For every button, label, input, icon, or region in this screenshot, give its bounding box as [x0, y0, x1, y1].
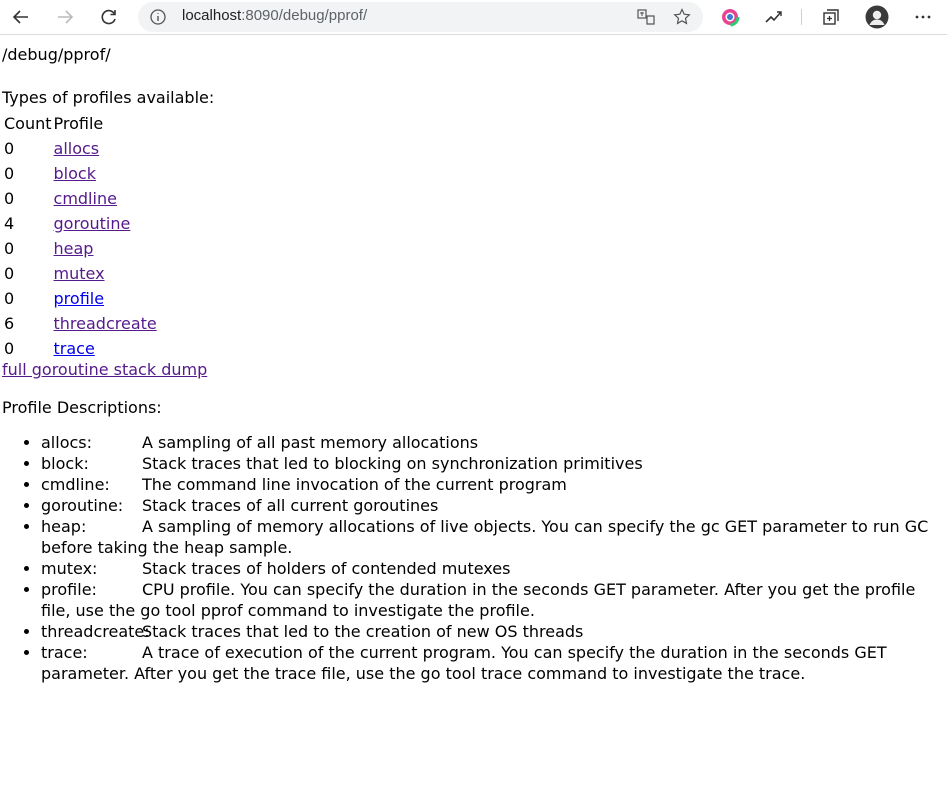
profile-name: goroutine: — [41, 496, 124, 515]
info-icon[interactable] — [146, 5, 170, 29]
forward-arrow-icon[interactable] — [53, 5, 77, 29]
profile-link-cmdline[interactable]: cmdline — [54, 189, 117, 208]
profile-count: 4 — [4, 214, 15, 233]
profile-description: Stack traces that led to the creation of… — [142, 622, 584, 641]
translate-icon[interactable] — [634, 5, 658, 29]
table-row: 0 block — [4, 163, 157, 184]
profile-description: CPU profile. You can specify the duratio… — [41, 580, 916, 620]
list-item: cmdline: The command line invocation of t… — [41, 474, 945, 495]
profile-description: Stack traces that led to blocking on syn… — [142, 454, 643, 473]
profile-name: allocs: — [41, 433, 93, 452]
profile-name: heap: — [41, 517, 87, 536]
table-row: 0 profile — [4, 288, 157, 309]
color-extension-icon[interactable] — [718, 5, 742, 29]
list-item: trace:A trace of execution of the curren… — [41, 642, 945, 684]
profile-name: trace: — [41, 643, 88, 662]
table-row: 0 cmdline — [4, 188, 157, 209]
profile-link-heap[interactable]: heap — [54, 239, 94, 258]
list-item: heap:A sampling of memory allocations of… — [41, 516, 945, 558]
column-header-profile: Profile — [53, 114, 104, 133]
list-item: allocs: A sampling of all past memory all… — [41, 432, 945, 453]
profile-link-mutex[interactable]: mutex — [54, 264, 105, 283]
profile-name: profile: — [41, 580, 97, 599]
list-item: mutex: Stack traces of holders of contend… — [41, 558, 945, 579]
table-row: 4 goroutine — [4, 213, 157, 234]
page-path-heading: /debug/pprof/ — [2, 45, 111, 64]
profile-count: 0 — [4, 164, 15, 183]
profile-name: mutex: — [41, 559, 98, 578]
profile-description: A sampling of all past memory allocation… — [142, 433, 479, 452]
descriptions-heading: Profile Descriptions: — [2, 398, 162, 417]
column-header-count: Count — [4, 114, 52, 133]
profiles-table: Count Profile 0 allocs 0 block 0 cmdline… — [2, 109, 159, 363]
profile-avatar-icon[interactable] — [865, 5, 889, 29]
profile-descriptions-list: allocs: A sampling of all past memory all… — [0, 432, 945, 684]
list-item: profile:CPU profile. You can specify the… — [41, 579, 945, 621]
profile-count: 0 — [4, 339, 15, 358]
list-item: threadcreate:Stack traces that led to th… — [41, 621, 945, 642]
more-options-icon[interactable] — [911, 5, 935, 29]
profile-link-allocs[interactable]: allocs — [54, 139, 100, 158]
table-row: 0 allocs — [4, 138, 157, 159]
list-item: block: Stack traces that led to blocking … — [41, 453, 945, 474]
profile-name: block: — [41, 454, 89, 473]
profile-count: 0 — [4, 289, 15, 308]
table-header-row: Count Profile — [4, 113, 157, 134]
star-favorite-icon[interactable] — [670, 5, 694, 29]
url-text[interactable]: localhost:8090/debug/pprof/ — [182, 7, 367, 24]
profile-count: 0 — [4, 239, 15, 258]
profile-count: 6 — [4, 314, 15, 333]
profile-description: Stack traces of holders of contended mut… — [142, 559, 511, 578]
extension-graph-icon[interactable] — [762, 5, 786, 29]
table-row: 0 mutex — [4, 263, 157, 284]
profile-name: cmdline: — [41, 475, 110, 494]
refresh-icon[interactable] — [97, 5, 121, 29]
profile-description: A trace of execution of the current prog… — [41, 643, 887, 683]
profile-link-profile[interactable]: profile — [54, 289, 105, 308]
table-row: 6 threadcreate — [4, 313, 157, 334]
profile-link-goroutine[interactable]: goroutine — [54, 214, 131, 233]
profile-name: threadcreate: — [41, 622, 150, 641]
address-bar[interactable]: localhost:8090/debug/pprof/ — [138, 2, 703, 32]
profile-count: 0 — [4, 139, 15, 158]
full-goroutine-dump-link[interactable]: full goroutine stack dump — [2, 359, 207, 380]
browser-toolbar: localhost:8090/debug/pprof/ — [0, 0, 947, 35]
profile-count: 0 — [4, 189, 15, 208]
toolbar-separator — [801, 9, 802, 25]
back-arrow-icon[interactable] — [9, 5, 33, 29]
types-heading: Types of profiles available: — [2, 88, 215, 107]
list-item: goroutine: Stack traces of all current go… — [41, 495, 945, 516]
profile-description: A sampling of memory allocations of live… — [41, 517, 929, 557]
profile-link-threadcreate[interactable]: threadcreate — [54, 314, 157, 333]
profile-description: The command line invocation of the curre… — [142, 475, 567, 494]
profile-description: Stack traces of all current goroutines — [142, 496, 439, 515]
table-row: 0 trace — [4, 338, 157, 359]
table-row: 0 heap — [4, 238, 157, 259]
page-content: /debug/pprof/ Types of profiles availabl… — [0, 35, 947, 803]
profile-link-block[interactable]: block — [54, 164, 96, 183]
profile-count: 0 — [4, 264, 15, 283]
profile-link-trace[interactable]: trace — [54, 339, 95, 358]
collections-icon[interactable] — [819, 5, 843, 29]
